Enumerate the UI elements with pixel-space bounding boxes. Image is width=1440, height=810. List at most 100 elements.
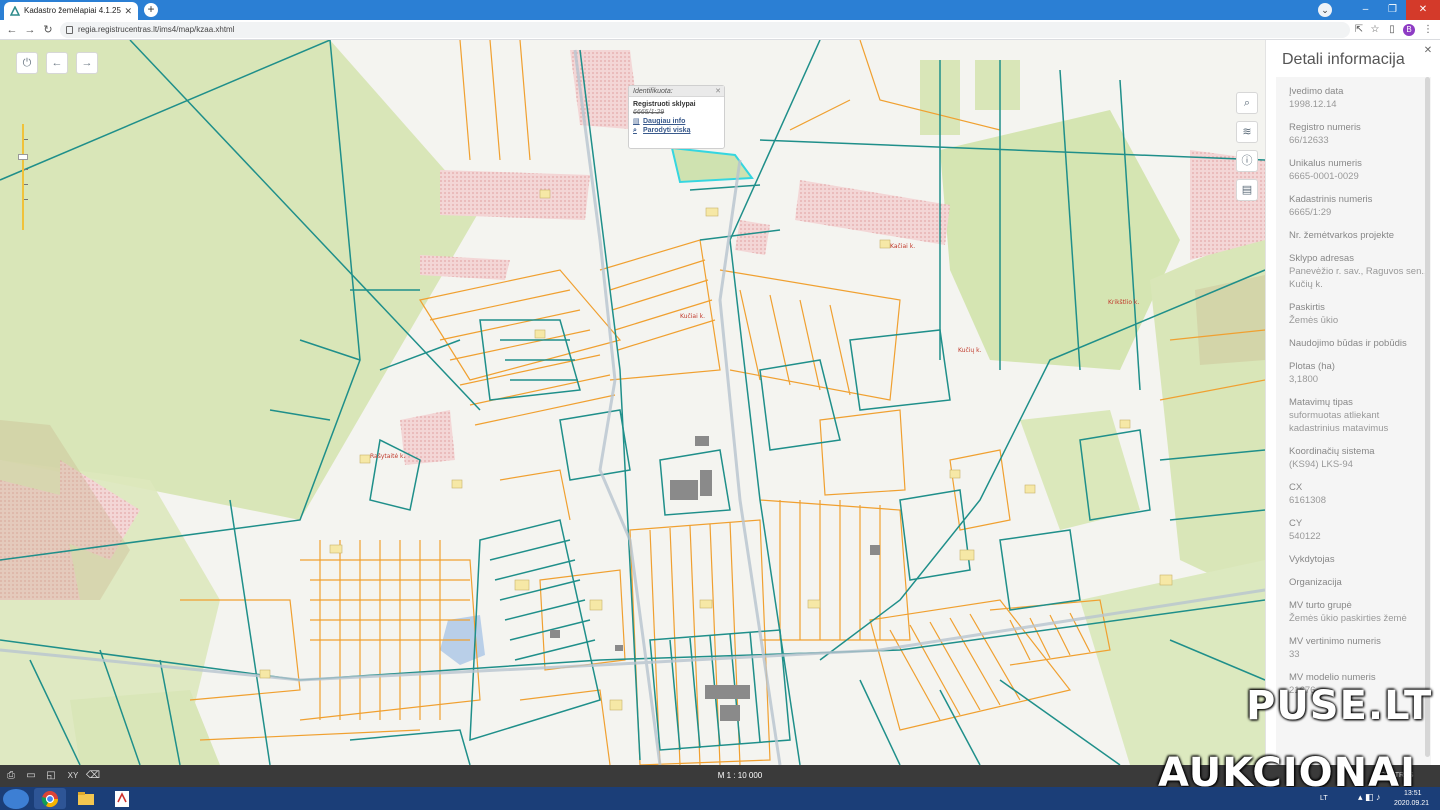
detail-field: Vykdytojas [1276,553,1431,566]
detail-field: Registro numeris 66/12633 [1276,121,1431,147]
url-text: regia.registrucentras.lt/ims4/map/kzaa.x… [78,25,235,34]
panel-close-icon[interactable]: ✕ [1420,45,1436,59]
file-explorer-icon[interactable] [70,788,102,809]
kadastras-favicon-icon [10,6,20,16]
detail-field: Sklypo adresas Panevėžio r. sav., Raguvos… [1276,252,1431,291]
print-icon[interactable]: ⎙ [2,765,20,787]
field-value: 6161308 [1289,495,1326,506]
browser-tab-bar: Kadastro žemėlapiai 4.1.25 ✕ + ⌄ – ❐ ✕ [0,0,1440,20]
zoom-slider[interactable] [17,124,29,230]
new-tab-button[interactable]: + [144,3,158,17]
sidebar-icon[interactable]: ▯ [1384,22,1400,38]
detail-field: Nr. žemėtvarkos projekte [1276,229,1431,242]
detail-panel: Detali informacija ✕ Įvedimo data 1998.12… [1265,40,1440,765]
detail-field: Unikalus numeris 6665-0001-0029 [1276,157,1431,183]
place-label: Kučiai k. [680,313,705,320]
field-label: MV vertinimo numeris [1289,636,1381,647]
field-value: 1998.12.14 [1289,99,1337,110]
field-value: Žemės ūkio [1289,315,1339,326]
show-all-link[interactable]: ⌕ Parodyti viską [629,125,724,134]
forward-arrow-icon[interactable]: → [22,22,38,38]
place-label: Kučių k. [958,347,982,354]
detail-field: Kadastrinis numeris 6665/1:29 [1276,193,1431,219]
field-value: suformuotas atliekant kadastrinius matav… [1289,410,1389,434]
star-icon[interactable]: ☆ [1367,22,1383,38]
system-tray: LT ▴ ◧ ♪ 13:51 2020.09.21 [1310,787,1440,810]
zoom-tick [24,199,28,200]
minimize-button[interactable]: – [1352,0,1379,20]
tray-icons[interactable]: ▴ ◧ ♪ [1358,792,1381,803]
field-value: Žemės ūkio paskirties žemė [1289,613,1407,624]
chevron-down-icon[interactable]: ⌄ [1318,3,1332,17]
clock-date[interactable]: 2020.09.21 [1394,798,1429,809]
language-indicator[interactable]: LT [1320,793,1328,804]
more-info-label: Daugiau info [643,118,686,125]
detail-field: MV vertinimo numeris 33 [1276,635,1431,661]
detail-field: MV turto grupė Žemės ūkio paskirties žemė [1276,599,1431,625]
show-all-label: Parodyti viską [643,127,691,134]
measure-area-icon[interactable]: ◱ [42,765,60,787]
field-value: 6665/1:29 [1289,207,1332,218]
reload-icon[interactable]: ↻ [40,22,56,38]
lock-icon [66,26,73,34]
field-value: Panevėžio r. sav., Raguvos sen., Kučių k… [1289,266,1427,290]
field-value: 66/12633 [1289,135,1329,146]
redo-arrow-icon[interactable]: → [76,52,98,74]
document-icon: ▤ [633,118,640,125]
browser-tab[interactable]: Kadastro žemėlapiai 4.1.25 ✕ [4,2,138,20]
field-value: 6665-0001-0029 [1289,171,1359,182]
detail-field: CY 540122 [1276,517,1431,543]
url-input[interactable]: regia.registrucentras.lt/ims4/map/kzaa.x… [60,22,1350,38]
field-label: Unikalus numeris [1289,158,1362,169]
more-info-link[interactable]: ▤ Daugiau info [629,116,724,125]
detail-field: Koordinačių sistema (KS94) LKS-94 [1276,445,1431,471]
map-toolbar: ⌕ ≋ ⓘ ▤ [1236,92,1260,208]
undo-arrow-icon[interactable]: ← [46,52,68,74]
pdf-reader-icon[interactable] [106,788,138,809]
field-label: Registro numeris [1289,122,1361,133]
kebab-menu-icon[interactable]: ⋮ [1420,22,1436,38]
popup-close-icon[interactable]: ✕ [715,87,721,95]
layers-icon[interactable]: ≋ [1236,121,1258,143]
place-label: Krikštlio k. [1108,299,1139,306]
profile-avatar[interactable]: B [1403,24,1415,36]
chrome-icon[interactable] [34,788,66,809]
share-icon[interactable]: ⇱ [1351,22,1367,38]
back-arrow-icon[interactable]: ← [4,22,20,38]
field-label: Vykdytojas [1289,554,1335,565]
xy-coordinates-button[interactable]: XY [64,765,82,787]
field-label: Naudojimo būdas ir pobūdis [1289,338,1407,349]
field-label: Paskirtis [1289,302,1325,313]
tab-close-icon[interactable]: ✕ [124,2,132,20]
field-label: CX [1289,482,1303,493]
field-label: Sklypo adresas [1289,253,1354,264]
detail-field: Organizacija [1276,576,1431,589]
address-bar: ← → ↻ regia.registrucentras.lt/ims4/map/… [0,20,1440,40]
detail-field: Paskirtis Žemės ūkio [1276,301,1431,327]
search-icon[interactable]: ⌕ [1236,92,1258,114]
clear-icon[interactable]: ⌫ [84,765,102,787]
zoom-thumb[interactable] [18,154,28,160]
field-value: 3,1800 [1289,374,1319,385]
restore-button[interactable]: ❐ [1379,0,1406,20]
identify-popup: Identifikuota: ✕ Registruoti sklypai 666… [628,85,725,149]
field-label: Matavimų tipas [1289,397,1353,408]
popup-parcel-number[interactable]: 6665/1:29 [629,108,724,116]
field-value: 33 [1289,649,1300,660]
document-icon[interactable]: ▤ [1236,179,1258,201]
windows-start-icon[interactable] [3,789,29,809]
detail-field: CX 6161308 [1276,481,1431,507]
panel-scrollbar[interactable] [1425,77,1430,757]
zoom-tick [24,184,28,185]
info-icon[interactable]: ⓘ [1236,150,1258,172]
ruler-icon[interactable]: ▭ [22,765,40,787]
window-controls: – ❐ ✕ [1352,0,1440,20]
cadastral-map[interactable]: Krikštlio k. Kačiai k. Kučiai k. Kučių k… [0,40,1265,765]
tab-title: Kadastro žemėlapiai 4.1.25 [24,6,121,15]
place-label: Kačiai k. [890,243,915,250]
search-icon: ⌕ [633,127,637,134]
window-close-button[interactable]: ✕ [1406,0,1440,20]
detail-field: Įvedimo data 1998.12.14 [1276,85,1431,111]
power-icon[interactable]: ⏻ [16,52,38,74]
place-label: Rašytaitė k. [370,453,406,460]
